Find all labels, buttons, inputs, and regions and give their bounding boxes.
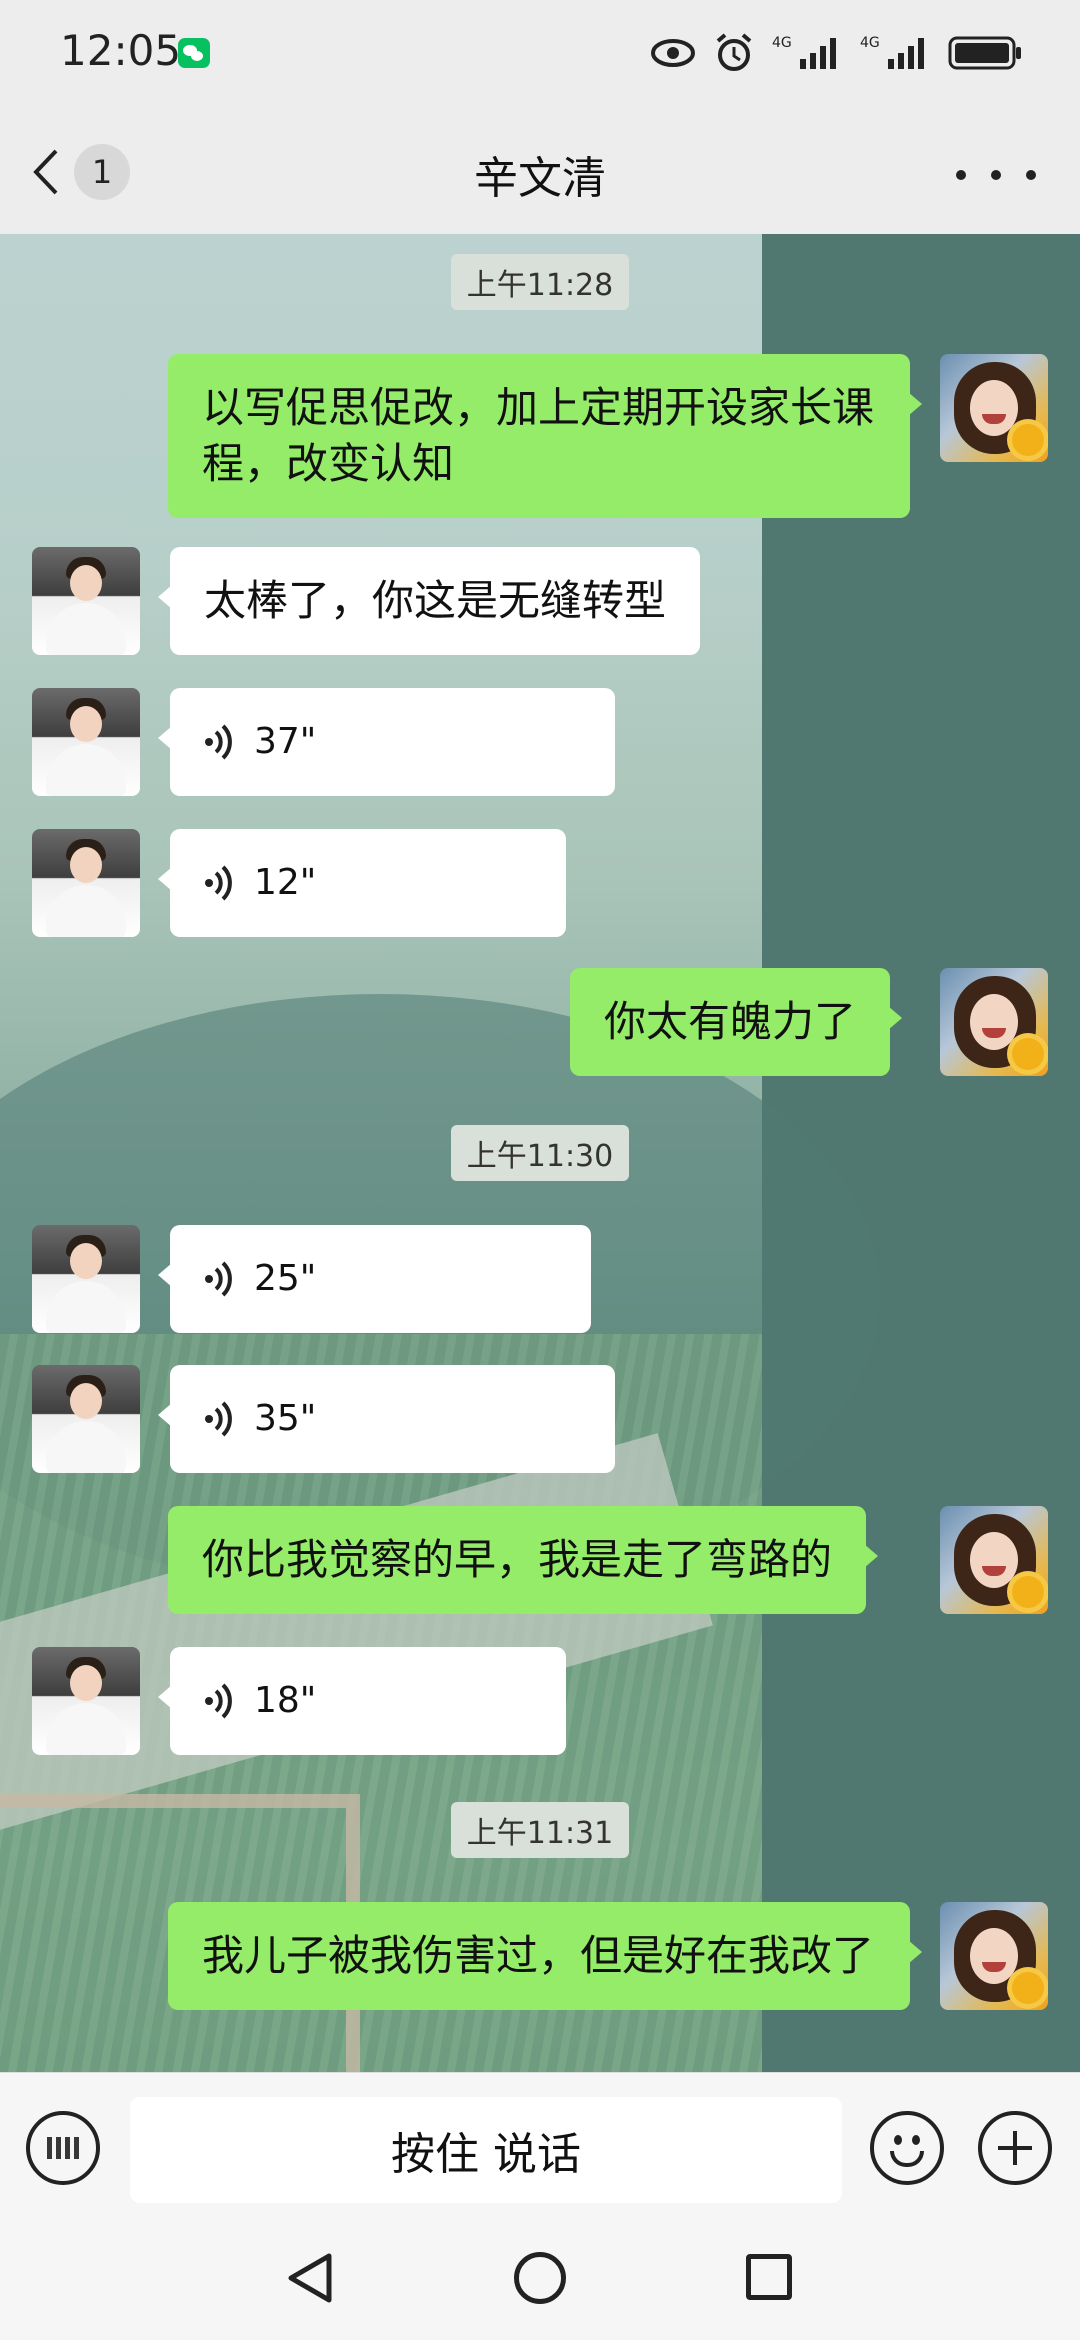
contact-avatar[interactable]	[32, 1365, 140, 1473]
voice-duration: 12"	[254, 862, 317, 903]
voice-wave-icon	[205, 865, 232, 901]
nav-home-icon[interactable]	[514, 2252, 566, 2304]
signal-4g-icon: 4G	[860, 35, 924, 69]
outgoing-message[interactable]: 你比我觉察的早，我是走了弯路的	[168, 1506, 879, 1614]
voice-message[interactable]: 12"	[158, 829, 566, 937]
status-icons: 4G 4G	[650, 28, 1022, 78]
contact-avatar[interactable]	[32, 829, 140, 937]
keyboard-toggle-button[interactable]	[26, 2111, 100, 2185]
nav-back-icon[interactable]	[285, 2252, 335, 2304]
messages: 上午11:28 以写促思促改，加上定期开设家长课程，改变认知 太棒了，你这是无缝…	[0, 234, 1080, 2072]
voice-message[interactable]: 37"	[158, 688, 615, 796]
voice-message[interactable]: 18"	[158, 1647, 566, 1755]
chat-title: 辛文清	[474, 153, 606, 204]
hold-to-talk-button[interactable]: 按住 说话	[130, 2097, 842, 2203]
more-dots-icon	[956, 170, 966, 180]
wechat-notification-icon	[178, 38, 210, 68]
my-avatar[interactable]	[940, 1506, 1048, 1614]
status-time: 12:05	[60, 26, 182, 75]
outgoing-message[interactable]: 我儿子被我伤害过，但是好在我改了	[168, 1902, 922, 2010]
signal-4g-icon: 4G	[772, 35, 836, 69]
voice-duration: 25"	[254, 1258, 317, 1299]
voice-wave-icon	[205, 1401, 232, 1437]
voice-message[interactable]: 25"	[158, 1225, 591, 1333]
voice-message[interactable]: 35"	[158, 1365, 615, 1473]
eye-icon	[651, 39, 695, 67]
contact-avatar[interactable]	[32, 1225, 140, 1333]
timestamp: 上午11:28	[0, 254, 1080, 310]
contact-avatar[interactable]	[32, 688, 140, 796]
emoji-button[interactable]	[870, 2111, 944, 2185]
my-avatar[interactable]	[940, 1902, 1048, 2010]
svg-text:4G: 4G	[860, 35, 880, 51]
timestamp: 上午11:31	[0, 1802, 1080, 1858]
voice-wave-icon	[205, 1261, 232, 1297]
incoming-message[interactable]: 太棒了，你这是无缝转型	[157, 547, 701, 655]
my-avatar[interactable]	[940, 354, 1048, 462]
contact-avatar[interactable]	[32, 547, 140, 655]
system-navigation-bar	[0, 2212, 1080, 2340]
voice-duration: 35"	[254, 1398, 317, 1439]
voice-wave-icon	[205, 1683, 232, 1719]
my-avatar[interactable]	[940, 968, 1048, 1076]
status-bar: 12:05 4G 4G	[0, 0, 1080, 110]
nav-recent-icon[interactable]	[746, 2254, 792, 2300]
emoji-icon	[890, 2151, 924, 2167]
voice-duration: 18"	[254, 1680, 317, 1721]
outgoing-message[interactable]: 你太有魄力了	[570, 968, 903, 1076]
contact-avatar[interactable]	[32, 1647, 140, 1755]
voice-duration: 37"	[254, 721, 317, 762]
timestamp: 上午11:30	[0, 1125, 1080, 1181]
chat-header: 1 辛文清	[0, 110, 1080, 234]
alarm-icon	[716, 33, 752, 71]
chat-message-list[interactable]: 上午11:28 以写促思促改，加上定期开设家长课程，改变认知 太棒了，你这是无缝…	[0, 234, 1080, 2072]
battery-icon	[948, 36, 1021, 70]
input-bar: 按住 说话	[0, 2072, 1080, 2212]
outgoing-message[interactable]: 以写促思促改，加上定期开设家长课程，改变认知	[168, 354, 922, 518]
svg-text:4G: 4G	[772, 35, 792, 51]
more-functions-button[interactable]	[978, 2111, 1052, 2185]
keyboard-icon	[47, 2137, 79, 2159]
voice-wave-icon	[205, 724, 232, 760]
more-options-button[interactable]	[956, 150, 1036, 200]
